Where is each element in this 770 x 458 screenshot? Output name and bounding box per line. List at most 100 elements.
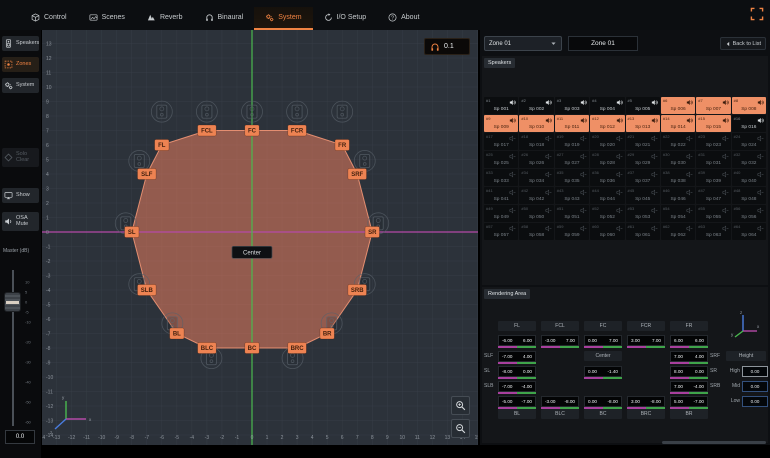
speaker-cell-20[interactable]: #20Sp 020 [590, 133, 624, 150]
speaker-cell-15[interactable]: #15Sp 015 [696, 115, 730, 132]
speaker-cell-25[interactable]: #25Sp 025 [484, 151, 518, 168]
speaker-cell-55[interactable]: #55Sp 055 [696, 205, 730, 222]
ra-value-FR[interactable]: 6.006.00 [670, 335, 708, 346]
speaker-cell-22[interactable]: #22Sp 022 [661, 133, 695, 150]
speaker-cell-41[interactable]: #41Sp 041 [484, 187, 518, 204]
speaker-cell-38[interactable]: #38Sp 038 [661, 169, 695, 186]
horizontal-scrollbar[interactable] [662, 441, 766, 444]
speaker-cell-56[interactable]: #56Sp 056 [732, 205, 766, 222]
sidebar-tool-show[interactable]: Show [2, 188, 39, 203]
speaker-cell-47[interactable]: #47Sp 047 [696, 187, 730, 204]
speaker-label-SL[interactable]: SL [125, 227, 139, 238]
ra-value-SRB[interactable]: 7.00-4.00 [670, 381, 708, 392]
zone-map-canvas[interactable]: FLFCLFCFCRFRSRFSRSRBBRBRCBCBLCBLSLBSLSLF… [42, 30, 478, 445]
speaker-cell-27[interactable]: #27Sp 027 [555, 151, 589, 168]
speaker-cell-44[interactable]: #44Sp 044 [590, 187, 624, 204]
speaker-cell-4[interactable]: #4Sp 004 [590, 97, 624, 114]
speaker-cell-24[interactable]: #24Sp 024 [732, 133, 766, 150]
speaker-label-SRB[interactable]: SRB [348, 285, 367, 296]
speaker-cell-9[interactable]: #9Sp 009 [484, 115, 518, 132]
ra-value-BL[interactable]: -5.00-7.00 [498, 396, 536, 407]
speaker-cell-2[interactable]: #2Sp 002 [519, 97, 553, 114]
speaker-cell-21[interactable]: #21Sp 021 [626, 133, 660, 150]
ra-value-FL[interactable]: -6.006.00 [498, 335, 536, 346]
speaker-cell-14[interactable]: #14Sp 014 [661, 115, 695, 132]
speaker-label-BL[interactable]: BL [170, 328, 184, 339]
speaker-cell-1[interactable]: #1Sp 001 [484, 97, 518, 114]
speaker-cell-49[interactable]: #49Sp 049 [484, 205, 518, 222]
center-label[interactable]: Center [232, 246, 272, 258]
speaker-cell-29[interactable]: #29Sp 029 [626, 151, 660, 168]
fullscreen-icon[interactable] [750, 7, 764, 21]
tab-system[interactable]: System [254, 7, 312, 30]
speaker-cell-46[interactable]: #46Sp 046 [661, 187, 695, 204]
tab-io-setup[interactable]: I/O Setup [313, 7, 378, 28]
speaker-cell-3[interactable]: #3Sp 003 [555, 97, 589, 114]
speaker-cell-16[interactable]: #16Sp 016 [732, 115, 766, 132]
ra-value-center[interactable]: 0.00-1.40 [584, 366, 622, 377]
zoom-out-button[interactable] [451, 419, 470, 438]
speaker-label-SLB[interactable]: SLB [137, 285, 156, 296]
master-fader-value[interactable]: 0.0 [5, 430, 35, 444]
speaker-cell-34[interactable]: #34Sp 034 [519, 169, 553, 186]
speaker-cell-50[interactable]: #50Sp 050 [519, 205, 553, 222]
height-value-High[interactable]: 0.00 [742, 366, 768, 377]
speaker-cell-6[interactable]: #6Sp 006 [661, 97, 695, 114]
zoom-in-button[interactable] [451, 396, 470, 415]
sidebar-item-system[interactable]: System [2, 78, 39, 93]
speaker-cell-61[interactable]: #61Sp 061 [626, 223, 660, 240]
speaker-cell-54[interactable]: #54Sp 054 [661, 205, 695, 222]
speaker-cell-10[interactable]: #10Sp 010 [519, 115, 553, 132]
speaker-cell-59[interactable]: #59Sp 059 [555, 223, 589, 240]
speaker-cell-26[interactable]: #26Sp 026 [519, 151, 553, 168]
speaker-cell-31[interactable]: #31Sp 031 [696, 151, 730, 168]
tab-scenes[interactable]: Scenes [78, 7, 136, 28]
speaker-cell-52[interactable]: #52Sp 052 [590, 205, 624, 222]
ra-value-FC[interactable]: 0.007.00 [584, 335, 622, 346]
speaker-cell-11[interactable]: #11Sp 011 [555, 115, 589, 132]
speaker-cell-64[interactable]: #64Sp 064 [732, 223, 766, 240]
speaker-cell-39[interactable]: #39Sp 039 [696, 169, 730, 186]
ra-value-SR[interactable]: 8.000.00 [670, 366, 708, 377]
speaker-cell-42[interactable]: #42Sp 042 [519, 187, 553, 204]
speaker-label-SLF[interactable]: SLF [137, 169, 156, 180]
ra-value-SLB[interactable]: -7.00-4.00 [498, 381, 536, 392]
speaker-cell-51[interactable]: #51Sp 051 [555, 205, 589, 222]
tab-reverb[interactable]: Reverb [136, 7, 194, 28]
speaker-label-FC[interactable]: FC [245, 125, 259, 136]
speaker-cell-17[interactable]: #17Sp 017 [484, 133, 518, 150]
height-value-Mid[interactable]: 0.00 [742, 381, 768, 392]
speaker-cell-36[interactable]: #36Sp 036 [590, 169, 624, 186]
speaker-label-FL[interactable]: FL [155, 140, 169, 151]
speaker-label-FCL[interactable]: FCL [198, 125, 217, 136]
speaker-label-BLC[interactable]: BLC [198, 343, 217, 354]
tab-binaural[interactable]: Binaural [194, 7, 255, 28]
speaker-cell-30[interactable]: #30Sp 030 [661, 151, 695, 168]
zone-selector-dropdown[interactable]: Zone 01 [484, 36, 562, 51]
speaker-label-SR[interactable]: SR [365, 227, 379, 238]
speaker-cell-53[interactable]: #53Sp 053 [626, 205, 660, 222]
speaker-cell-8[interactable]: #8Sp 008 [732, 97, 766, 114]
speaker-cell-57[interactable]: #57Sp 057 [484, 223, 518, 240]
height-value-Low[interactable]: 0.00 [742, 396, 768, 407]
speaker-cell-33[interactable]: #33Sp 033 [484, 169, 518, 186]
speaker-cell-18[interactable]: #18Sp 018 [519, 133, 553, 150]
ra-value-BRC[interactable]: 3.00-8.00 [627, 396, 665, 407]
speaker-cell-40[interactable]: #40Sp 040 [732, 169, 766, 186]
speaker-label-BRC[interactable]: BRC [288, 343, 307, 354]
speaker-cell-13[interactable]: #13Sp 013 [626, 115, 660, 132]
speaker-cell-28[interactable]: #28Sp 028 [590, 151, 624, 168]
master-fader-knob[interactable] [4, 292, 21, 312]
sidebar-item-speakers[interactable]: Speakers [2, 36, 39, 51]
speaker-cell-45[interactable]: #45Sp 045 [626, 187, 660, 204]
ra-value-FCL[interactable]: -3.007.00 [541, 335, 579, 346]
speaker-cell-48[interactable]: #48Sp 048 [732, 187, 766, 204]
tab-about[interactable]: ?About [377, 7, 430, 28]
ra-value-BC[interactable]: 0.00-8.00 [584, 396, 622, 407]
speaker-label-FR[interactable]: FR [335, 140, 349, 151]
speaker-cell-62[interactable]: #62Sp 062 [661, 223, 695, 240]
back-to-list-button[interactable]: Back to List [720, 37, 766, 50]
speaker-cell-23[interactable]: #23Sp 023 [696, 133, 730, 150]
speaker-cell-5[interactable]: #5Sp 005 [626, 97, 660, 114]
speaker-cell-35[interactable]: #35Sp 035 [555, 169, 589, 186]
